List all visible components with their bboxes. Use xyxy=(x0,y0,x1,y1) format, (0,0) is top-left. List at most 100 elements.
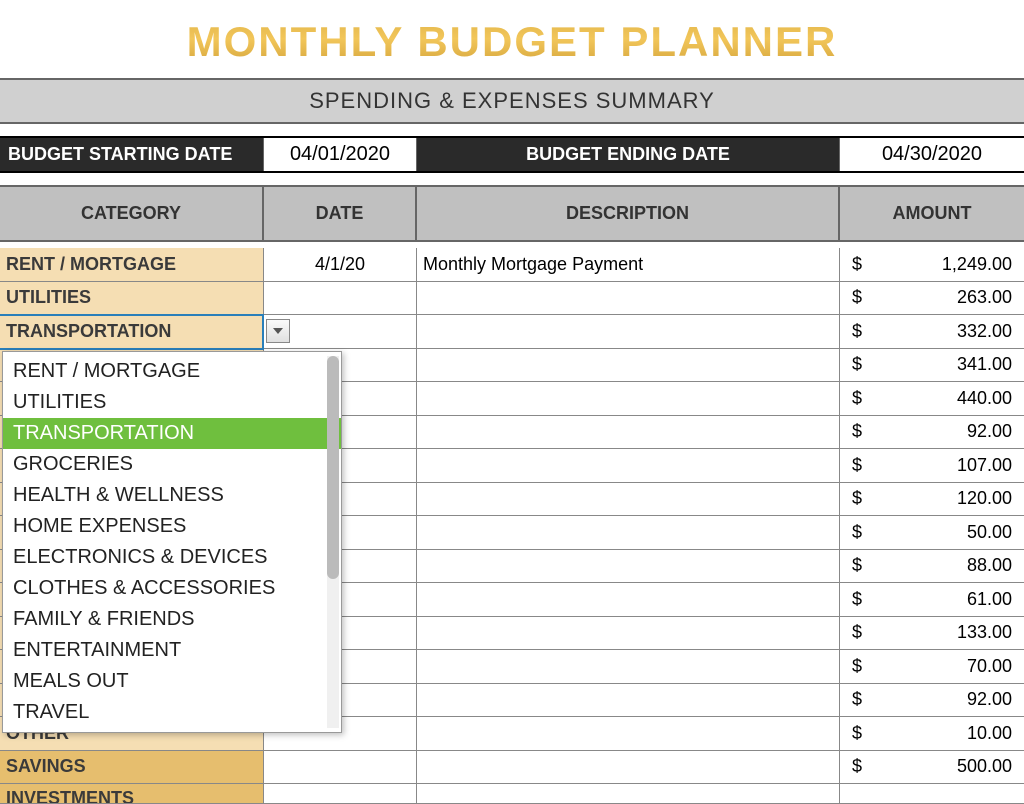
cell-description[interactable] xyxy=(417,382,840,415)
start-date-label: BUDGET STARTING DATE xyxy=(0,138,264,171)
dropdown-item[interactable]: UTILITIES xyxy=(3,387,341,418)
table-row: UTILITIES $263.00 xyxy=(0,282,1024,316)
cell-amount[interactable]: $107.00 xyxy=(840,449,1024,482)
cell-category[interactable]: TRANSPORTATION xyxy=(0,315,264,348)
amount-value: 500.00 xyxy=(957,756,1012,777)
cell-description[interactable] xyxy=(417,315,840,348)
cell-description[interactable]: Monthly Mortgage Payment xyxy=(417,248,840,281)
cell-amount[interactable]: $88.00 xyxy=(840,550,1024,583)
dropdown-item[interactable]: ELECTRONICS & DEVICES xyxy=(3,542,341,573)
cell-date[interactable] xyxy=(264,784,417,803)
cell-date[interactable]: 4/1/20 xyxy=(264,248,417,281)
dropdown-item[interactable]: ENTERTAINMENT xyxy=(3,635,341,666)
cell-description[interactable] xyxy=(417,483,840,516)
amount-value: 10.00 xyxy=(967,723,1012,744)
cell-amount[interactable]: $500.00 xyxy=(840,751,1024,784)
table-row: TRANSPORTATION $332.00 xyxy=(0,315,1024,349)
cell-description[interactable] xyxy=(417,617,840,650)
amount-value: 332.00 xyxy=(957,321,1012,342)
amount-value: 263.00 xyxy=(957,287,1012,308)
cell-amount[interactable]: $332.00 xyxy=(840,315,1024,348)
amount-value: 92.00 xyxy=(967,421,1012,442)
cell-description[interactable] xyxy=(417,516,840,549)
currency-symbol: $ xyxy=(852,756,862,777)
amount-value: 92.00 xyxy=(967,689,1012,710)
cell-description[interactable] xyxy=(417,684,840,717)
dropdown-item[interactable]: TRAVEL xyxy=(3,697,341,728)
end-date-label: BUDGET ENDING DATE xyxy=(417,138,840,171)
amount-value: 440.00 xyxy=(957,388,1012,409)
table-header-row: CATEGORY DATE DESCRIPTION AMOUNT xyxy=(0,185,1024,242)
currency-symbol: $ xyxy=(852,555,862,576)
currency-symbol: $ xyxy=(852,287,862,308)
currency-symbol: $ xyxy=(852,656,862,677)
cell-description[interactable] xyxy=(417,583,840,616)
table-row: SAVINGS $500.00 xyxy=(0,751,1024,785)
cell-description[interactable] xyxy=(417,282,840,315)
currency-symbol: $ xyxy=(852,388,862,409)
cell-category[interactable]: INVESTMENTS xyxy=(0,784,264,803)
currency-symbol: $ xyxy=(852,321,862,342)
dropdown-item[interactable]: MEALS OUT xyxy=(3,666,341,697)
cell-date[interactable] xyxy=(264,282,417,315)
dropdown-arrow-icon[interactable] xyxy=(266,319,290,343)
dropdown-item[interactable]: HOME EXPENSES xyxy=(3,511,341,542)
header-description: DESCRIPTION xyxy=(417,187,840,240)
dropdown-item[interactable]: GROCERIES xyxy=(3,449,341,480)
cell-description[interactable] xyxy=(417,349,840,382)
cell-amount[interactable]: $61.00 xyxy=(840,583,1024,616)
currency-symbol: $ xyxy=(852,622,862,643)
subtitle-bar: SPENDING & EXPENSES SUMMARY xyxy=(0,78,1024,124)
currency-symbol: $ xyxy=(852,522,862,543)
cell-description[interactable] xyxy=(417,717,840,750)
cell-description[interactable] xyxy=(417,550,840,583)
dropdown-scrollbar-thumb[interactable] xyxy=(327,356,339,579)
amount-value: 133.00 xyxy=(957,622,1012,643)
dropdown-item[interactable]: TRANSPORTATION xyxy=(3,418,341,449)
amount-value: 120.00 xyxy=(957,488,1012,509)
cell-description[interactable] xyxy=(417,449,840,482)
amount-value: 1,249.00 xyxy=(942,254,1012,275)
cell-description[interactable] xyxy=(417,751,840,784)
currency-symbol: $ xyxy=(852,354,862,375)
cell-amount[interactable]: $1,249.00 xyxy=(840,248,1024,281)
cell-amount[interactable]: $70.00 xyxy=(840,650,1024,683)
cell-category[interactable]: SAVINGS xyxy=(0,751,264,784)
cell-amount[interactable]: $341.00 xyxy=(840,349,1024,382)
currency-symbol: $ xyxy=(852,455,862,476)
start-date-value[interactable]: 04/01/2020 xyxy=(264,138,417,171)
cell-amount[interactable] xyxy=(840,784,1024,803)
end-date-value[interactable]: 04/30/2020 xyxy=(840,138,1024,171)
dropdown-item[interactable]: HEALTH & WELLNESS xyxy=(3,480,341,511)
cell-description[interactable] xyxy=(417,784,840,803)
cell-date[interactable] xyxy=(264,751,417,784)
cell-description[interactable] xyxy=(417,650,840,683)
cell-amount[interactable]: $92.00 xyxy=(840,684,1024,717)
category-dropdown[interactable]: RENT / MORTGAGEUTILITIESTRANSPORTATIONGR… xyxy=(2,351,342,733)
cell-amount[interactable]: $440.00 xyxy=(840,382,1024,415)
dropdown-item[interactable]: RENT / MORTGAGE xyxy=(3,356,341,387)
table-row: RENT / MORTGAGE4/1/20Monthly Mortgage Pa… xyxy=(0,248,1024,282)
currency-symbol: $ xyxy=(852,488,862,509)
currency-symbol: $ xyxy=(852,254,862,275)
cell-category[interactable]: RENT / MORTGAGE xyxy=(0,248,264,281)
cell-amount[interactable]: $92.00 xyxy=(840,416,1024,449)
table-row: INVESTMENTS xyxy=(0,784,1024,804)
amount-value: 70.00 xyxy=(967,656,1012,677)
cell-category[interactable]: UTILITIES xyxy=(0,282,264,315)
cell-amount[interactable]: $133.00 xyxy=(840,617,1024,650)
amount-value: 107.00 xyxy=(957,455,1012,476)
currency-symbol: $ xyxy=(852,421,862,442)
dropdown-scrollbar[interactable] xyxy=(327,356,339,728)
cell-description[interactable] xyxy=(417,416,840,449)
currency-symbol: $ xyxy=(852,689,862,710)
cell-amount[interactable]: $10.00 xyxy=(840,717,1024,750)
cell-amount[interactable]: $263.00 xyxy=(840,282,1024,315)
cell-amount[interactable]: $50.00 xyxy=(840,516,1024,549)
dropdown-item[interactable]: CLOTHES & ACCESSORIES xyxy=(3,573,341,604)
amount-value: 61.00 xyxy=(967,589,1012,610)
cell-amount[interactable]: $120.00 xyxy=(840,483,1024,516)
header-date: DATE xyxy=(264,187,417,240)
dropdown-item[interactable]: FAMILY & FRIENDS xyxy=(3,604,341,635)
header-amount: AMOUNT xyxy=(840,187,1024,240)
